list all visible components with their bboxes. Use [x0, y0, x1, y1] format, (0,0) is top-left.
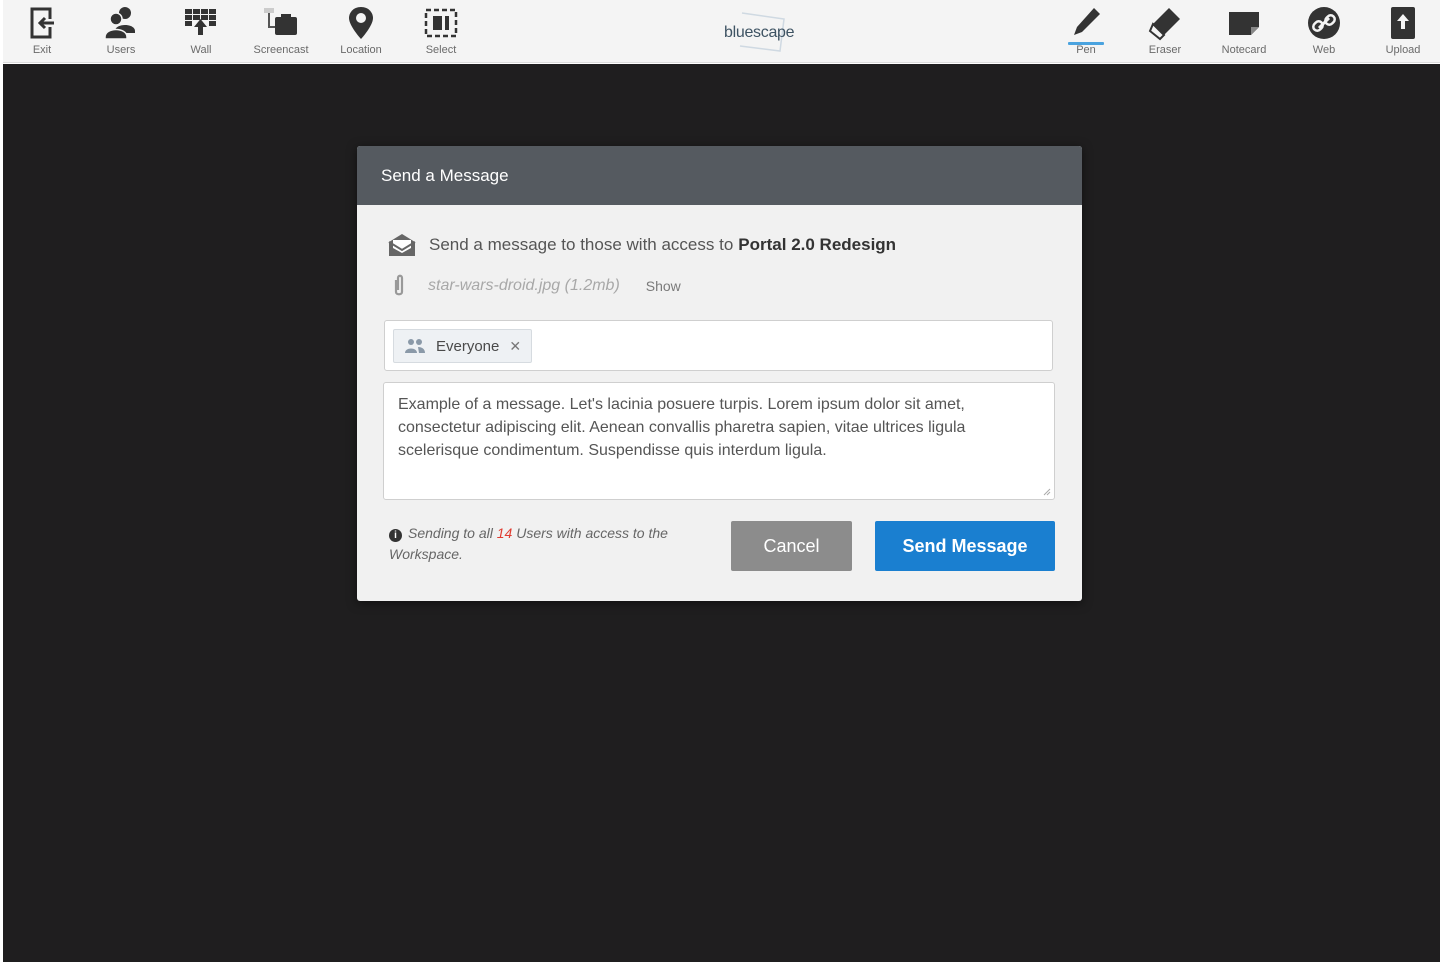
recipient-chip-label: Everyone [436, 337, 500, 355]
recipients-note: i Sending to all 14 Users with access to … [389, 523, 689, 565]
upload-icon [1383, 4, 1423, 42]
location-label: Location [340, 44, 382, 56]
exit-label: Exit [32, 44, 52, 56]
pen-label: Pen [1076, 44, 1096, 56]
eraser-button[interactable]: Eraser [1135, 4, 1195, 60]
screencast-icon [261, 4, 301, 42]
attachment-row: star-wars-droid.jpg (1.2mb) Show [392, 274, 681, 298]
message-text: Example of a message. Let's lacinia posu… [398, 396, 966, 459]
show-attachment-link[interactable]: Show [646, 278, 681, 294]
location-pin-icon [341, 4, 381, 42]
recipients-input[interactable]: Everyone ✕ [384, 320, 1053, 371]
send-message-button[interactable]: Send Message [875, 521, 1055, 571]
users-label: Users [106, 44, 136, 56]
pen-button[interactable]: Pen [1056, 4, 1116, 60]
users-icon [101, 4, 141, 42]
notecard-icon [1224, 4, 1264, 42]
message-textarea[interactable]: Example of a message. Let's lacinia posu… [383, 382, 1055, 500]
upload-label: Upload [1385, 44, 1421, 56]
eraser-icon [1145, 4, 1185, 42]
exit-icon [22, 4, 62, 42]
screencast-button[interactable]: Screencast [251, 4, 311, 60]
paperclip-icon [394, 274, 404, 296]
note-prefix: Sending to all [408, 525, 493, 541]
send-message-dialog: Send a Message Send a message to those w… [357, 146, 1082, 601]
notecard-button[interactable]: Notecard [1214, 4, 1274, 60]
pen-active-indicator [1068, 42, 1104, 45]
intro-text: Send a message to those with access to [429, 235, 734, 254]
attachment-filename: star-wars-droid.jpg (1.2mb) [428, 277, 620, 294]
select-label: Select [425, 44, 457, 56]
web-label: Web [1312, 44, 1336, 56]
info-icon: i [389, 529, 402, 542]
upload-button[interactable]: Upload [1373, 4, 1433, 60]
exit-button[interactable]: Exit [12, 4, 72, 60]
notecard-label: Notecard [1221, 44, 1267, 56]
logo-text: bluescape [724, 24, 795, 41]
select-button[interactable]: Select [411, 4, 471, 60]
recipient-chip: Everyone ✕ [393, 329, 533, 363]
dialog-title: Send a Message [357, 146, 1082, 205]
cancel-button[interactable]: Cancel [731, 521, 852, 571]
wall-label: Wall [190, 44, 212, 56]
web-button[interactable]: Web [1294, 4, 1354, 60]
bluescape-logo: bluescape [708, 10, 818, 54]
envelope-icon [388, 234, 416, 256]
intro-line: Send a message to those with access to P… [387, 230, 896, 260]
user-count: 14 [496, 525, 513, 541]
remove-recipient-icon[interactable]: ✕ [509, 338, 521, 355]
screencast-label: Screencast [253, 44, 309, 56]
app-window: Exit Users Wall Screencast Location Sele… [0, 0, 1440, 962]
select-icon [421, 4, 461, 42]
workspace-name: Portal 2.0 Redesign [738, 235, 897, 254]
group-icon [405, 339, 425, 353]
users-button[interactable]: Users [91, 4, 151, 60]
pen-icon [1066, 4, 1106, 42]
resize-grip-icon[interactable] [1043, 488, 1051, 496]
location-button[interactable]: Location [331, 4, 391, 60]
web-link-icon [1304, 4, 1344, 42]
wall-button[interactable]: Wall [171, 4, 231, 60]
wall-icon [181, 4, 221, 42]
eraser-label: Eraser [1148, 44, 1182, 56]
top-toolbar: Exit Users Wall Screencast Location Sele… [3, 0, 1440, 63]
